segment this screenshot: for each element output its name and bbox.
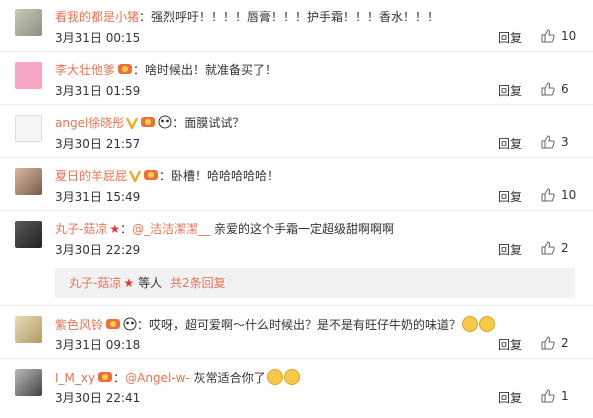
reply-button[interactable]: 回复	[498, 390, 522, 406]
comment-line: angel徐晓彤 ：面膜试试？	[55, 115, 244, 131]
avatar[interactable]	[15, 9, 42, 36]
like-button[interactable]: 1	[541, 388, 569, 404]
comment-line: 李大壮他爹 ：啥时候出！就准备买了！	[55, 62, 277, 78]
avatar[interactable]	[15, 369, 42, 396]
sub-reply-text: 等人	[138, 276, 163, 290]
comment-item: 看我的都是小猪：强烈呼吁！！！！唇膏！！！护手霜！！！香水！！！ 3月31日 0…	[0, 0, 593, 52]
like-button[interactable]: 3	[541, 134, 569, 150]
reply-button[interactable]: 回复	[498, 189, 522, 205]
avatar[interactable]	[15, 316, 42, 343]
like-button[interactable]: 2	[541, 240, 569, 256]
thumbs-up-icon	[541, 135, 555, 149]
comment-item: 夏日的羊屁屁 ：卧槽！哈哈哈哈哈！ 3月31日 15:49 回复 10	[0, 159, 593, 211]
verified-v-icon	[126, 117, 139, 129]
timestamp: 3月30日 21:57	[55, 137, 141, 151]
timestamp: 3月31日 00:15	[55, 31, 141, 45]
reply-button[interactable]: 回复	[498, 30, 522, 46]
laugh-cry-emoji-icon	[283, 369, 300, 385]
username-link[interactable]: 夏日的羊屁屁	[55, 169, 127, 183]
thumbs-up-icon	[541, 389, 555, 403]
comment-text: 哎呀，超可爱啊～什么时候出？是不是有旺仔牛奶的味道？	[149, 318, 462, 332]
username-link[interactable]: angel徐晓彤	[55, 116, 124, 130]
comment-text: 灰常适合你了	[189, 371, 266, 385]
like-button[interactable]: 10	[541, 187, 576, 203]
avatar[interactable]	[15, 62, 42, 89]
comment-text: 面膜试试？	[184, 116, 245, 130]
comment-text: 亲爱的这个手霜一定超级甜啊啊啊	[210, 222, 394, 236]
comment-item: I_M_xy ：@Angel-w- 灰常适合你了 3月30日 22:41 回复 1	[0, 360, 593, 412]
member-badge-icon	[144, 170, 159, 180]
thumbs-up-icon	[541, 241, 555, 255]
timestamp: 3月30日 22:41	[55, 391, 141, 405]
member-badge-icon	[98, 372, 113, 382]
username-link[interactable]: 丸子-菇凉	[55, 222, 107, 236]
comment-line: 夏日的羊屁屁 ：卧槽！哈哈哈哈哈！	[55, 168, 279, 184]
separator: ：	[159, 169, 172, 183]
timestamp: 3月31日 09:18	[55, 338, 141, 352]
star-icon: ★	[123, 276, 135, 290]
username-link[interactable]: 看我的都是小猪	[55, 10, 139, 24]
view-replies-link[interactable]: 共2条回复	[170, 276, 226, 290]
like-count: 3	[561, 135, 569, 149]
comment-line: 紫色风铃 ：哎呀，超可爱啊～什么时候出？是不是有旺仔牛奶的味道？	[55, 316, 496, 333]
timestamp: 3月31日 15:49	[55, 190, 141, 204]
comment-text: 啥时候出！就准备买了！	[145, 63, 278, 77]
username-link[interactable]: 紫色风铃	[55, 318, 103, 332]
comment-line: 看我的都是小猪：强烈呼吁！！！！唇膏！！！护手霜！！！香水！！！	[55, 9, 439, 25]
shocked-emoji-icon	[462, 316, 479, 332]
username-link[interactable]: I_M_xy	[55, 371, 95, 385]
username-link[interactable]: 李大壮他爹	[55, 63, 115, 77]
like-count: 10	[561, 188, 577, 202]
reply-button[interactable]: 回复	[498, 136, 522, 152]
comment-item: 紫色风铃 ：哎呀，超可爱啊～什么时候出？是不是有旺仔牛奶的味道？ 3月31日 09…	[0, 307, 593, 359]
sub-reply-summary: 丸子-菇凉 ★ 等人 共2条回复	[55, 268, 575, 298]
like-count: 10	[561, 29, 577, 43]
comment-item: 李大壮他爹 ：啥时候出！就准备买了！ 3月31日 01:59 回复 6	[0, 53, 593, 105]
comment-text: 强烈呼吁！！！！唇膏！！！护手霜！！！香水！！！	[151, 10, 440, 24]
like-button[interactable]: 10	[541, 28, 576, 44]
timestamp: 3月31日 01:59	[55, 84, 141, 98]
star-icon: ★	[109, 222, 121, 236]
separator: ：	[172, 116, 185, 130]
separator: ：	[139, 10, 152, 24]
separator: ：	[113, 371, 126, 385]
thumbs-up-icon	[541, 188, 555, 202]
member-badge-icon	[106, 319, 121, 329]
username-link[interactable]: 丸子-菇凉	[69, 276, 121, 290]
comment-item: angel徐晓彤 ：面膜试试？ 3月30日 21:57 回复 3	[0, 106, 593, 158]
sub-reply-line: 丸子-菇凉 ★ 等人 共2条回复	[69, 276, 226, 290]
like-button[interactable]: 6	[541, 81, 569, 97]
panda-icon	[158, 115, 172, 129]
like-count: 2	[561, 336, 569, 350]
like-button[interactable]: 2	[541, 335, 569, 351]
like-count: 6	[561, 82, 569, 96]
timestamp: 3月30日 22:29	[55, 243, 141, 257]
like-count: 1	[561, 389, 569, 403]
panda-icon	[123, 317, 137, 331]
comment-text: 卧槽！哈哈哈哈哈！	[171, 169, 280, 183]
thumbs-up-icon	[541, 82, 555, 96]
separator: ：	[120, 222, 133, 236]
mention-link[interactable]: @Angel-w-	[125, 371, 190, 385]
reply-button[interactable]: 回复	[498, 337, 522, 353]
avatar[interactable]	[15, 221, 42, 248]
like-count: 2	[561, 241, 569, 255]
separator: ：	[137, 318, 150, 332]
smile-emoji-icon	[266, 369, 283, 385]
reply-button[interactable]: 回复	[498, 83, 522, 99]
comment-line: 丸子-菇凉 ★：@_洁洁潔潔__ 亲爱的这个手霜一定超级甜啊啊啊	[55, 221, 394, 237]
thumbs-up-icon	[541, 336, 555, 350]
comment-line: I_M_xy ：@Angel-w- 灰常适合你了	[55, 369, 300, 386]
separator: ：	[133, 63, 146, 77]
avatar[interactable]	[15, 115, 42, 142]
avatar[interactable]	[15, 168, 42, 195]
reply-button[interactable]: 回复	[498, 242, 522, 258]
member-badge-icon	[141, 117, 156, 127]
member-badge-icon	[118, 64, 133, 74]
shocked-emoji-icon	[479, 316, 496, 332]
verified-v-icon	[129, 170, 142, 182]
mention-link[interactable]: @_洁洁潔潔__	[132, 222, 210, 236]
thumbs-up-icon	[541, 29, 555, 43]
